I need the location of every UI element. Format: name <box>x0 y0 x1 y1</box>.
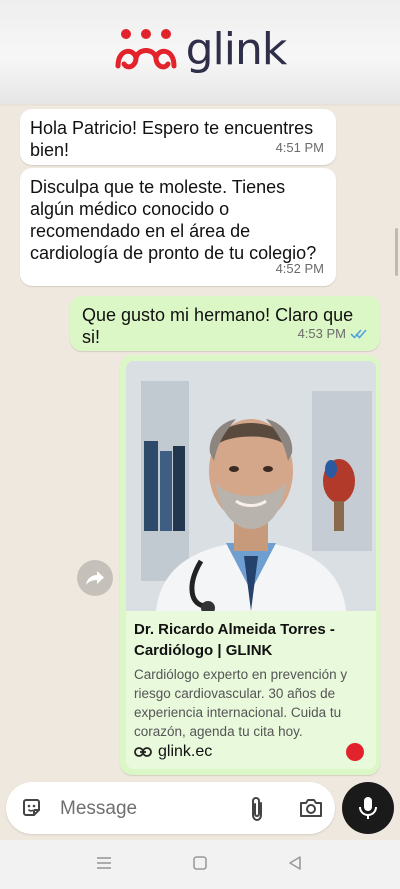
double-check-icon <box>350 329 367 339</box>
forward-icon <box>86 571 104 585</box>
message-time: 4:52 PM <box>275 261 324 276</box>
glink-people-icon <box>115 29 177 70</box>
message-time: 4:53 PM <box>297 326 346 341</box>
home-nav-icon[interactable] <box>191 854 209 872</box>
message-incoming[interactable]: Hola Patricio! Espero te encuentres bien… <box>20 109 336 165</box>
doctor-portrait-image[interactable] <box>126 361 376 611</box>
link-preview-body: Dr. Ricardo Almeida Torres - Cardiólogo … <box>126 611 376 769</box>
camera-icon[interactable] <box>298 796 324 820</box>
microphone-icon <box>359 797 377 819</box>
forward-button[interactable] <box>77 560 113 596</box>
scrollbar[interactable] <box>395 228 398 276</box>
link-preview-card[interactable]: Dr. Ricardo Almeida Torres - Cardiólogo … <box>120 355 380 775</box>
paperclip-icon[interactable] <box>246 795 268 823</box>
voice-message-button[interactable] <box>342 782 394 834</box>
link-preview-url[interactable]: glink.ec <box>134 743 212 761</box>
brand-name: glink <box>185 23 288 75</box>
message-outgoing[interactable]: Que gusto mi hermano! Claro que si! 4:53… <box>70 296 380 351</box>
link-preview-domain: glink.ec <box>158 743 213 760</box>
message-incoming[interactable]: Disculpa que te moleste. Tienes algún mé… <box>20 168 336 286</box>
message-time: 4:51 PM <box>275 140 324 155</box>
menu-nav-icon[interactable] <box>95 854 113 872</box>
link-icon <box>134 747 152 757</box>
app-header: glink <box>0 0 400 104</box>
sticker-icon[interactable] <box>20 796 44 820</box>
message-meta: 4:52 PM <box>276 258 324 280</box>
message-input[interactable] <box>58 792 242 826</box>
link-preview-description: Cardiólogo experto en prevención y riesg… <box>134 667 348 739</box>
message-meta: 4:51 PM <box>276 137 324 159</box>
brand-logo: glink <box>114 24 287 75</box>
glink-favicon-icon <box>346 743 364 761</box>
message-composer <box>6 782 335 834</box>
system-nav-bar <box>0 840 400 889</box>
message-text: Disculpa que te moleste. Tienes algún mé… <box>30 177 317 263</box>
doctor-portrait-illustration <box>126 361 376 611</box>
message-meta: 4:53 PM <box>298 323 368 345</box>
back-nav-icon[interactable] <box>286 854 304 872</box>
link-preview-title: Dr. Ricardo Almeida Torres - Cardiólogo … <box>134 621 335 659</box>
